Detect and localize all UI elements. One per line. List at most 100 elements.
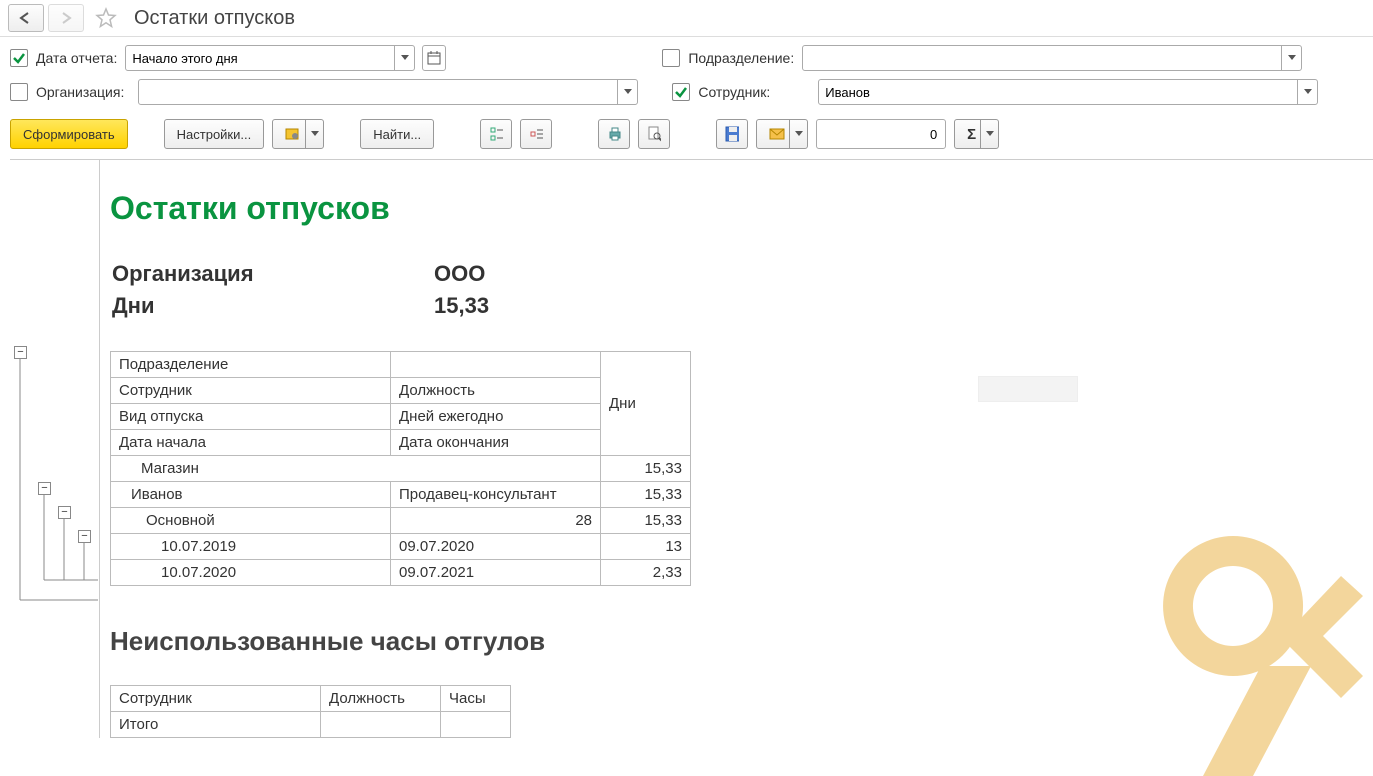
expand-all-button[interactable] <box>480 119 512 149</box>
summary-org-value: ООО <box>434 259 489 289</box>
l3-days: 15,33 <box>601 508 691 534</box>
table-row: 10.07.2020 09.07.2021 2,33 <box>111 560 691 586</box>
sum-button[interactable]: Σ <box>954 119 999 149</box>
arrow-left-icon <box>18 12 34 24</box>
organization-checkbox[interactable] <box>10 83 28 101</box>
report-date-input[interactable] <box>126 51 394 66</box>
send-button[interactable] <box>756 119 808 149</box>
department-dropdown[interactable] <box>1281 46 1301 70</box>
folder-gear-icon <box>285 126 301 142</box>
organization-dropdown[interactable] <box>617 80 637 104</box>
table-row: Основной 28 15,33 <box>111 508 691 534</box>
t2-empty2 <box>441 712 511 738</box>
generate-button[interactable]: Сформировать <box>10 119 128 149</box>
l2-pos: Продавец-консультант <box>391 482 601 508</box>
magnifier-page-icon <box>647 126 661 142</box>
l1-dept: Магазин <box>111 456 601 482</box>
find-label: Найти... <box>373 127 421 142</box>
table-row: Итого <box>111 712 511 738</box>
hours-table: Сотрудник Должность Часы Итого <box>110 685 511 738</box>
expand-tree-icon <box>489 126 503 142</box>
chevron-down-icon <box>401 55 409 61</box>
report-date-checkbox[interactable] <box>10 49 28 67</box>
organization-input[interactable] <box>139 85 617 100</box>
save-button[interactable] <box>716 119 748 149</box>
collapse-tree-icon <box>529 126 543 142</box>
printer-icon <box>607 126 621 142</box>
hdr-start: Дата начала <box>111 430 391 456</box>
summary-table: Организация ООО Дни 15,33 <box>110 257 491 323</box>
t2-hdr-hours: Часы <box>441 686 511 712</box>
summary-days-label: Дни <box>112 291 432 321</box>
variants-button[interactable] <box>272 119 324 149</box>
favorite-button[interactable] <box>92 4 120 32</box>
variants-dropdown[interactable] <box>305 120 323 148</box>
chevron-down-icon <box>986 131 994 137</box>
table-row: Иванов Продавец-консультант 15,33 <box>111 482 691 508</box>
preview-button[interactable] <box>638 119 670 149</box>
l1-days: 15,33 <box>601 456 691 482</box>
mail-icon <box>769 127 785 141</box>
star-icon <box>95 7 117 29</box>
report-title: Остатки отпусков <box>110 190 1373 227</box>
check-icon <box>674 85 688 99</box>
r2-days: 2,33 <box>601 560 691 586</box>
collapse-all-button[interactable] <box>520 119 552 149</box>
department-checkbox[interactable] <box>662 49 680 67</box>
l2-emp: Иванов <box>111 482 391 508</box>
hdr-yearly: Дней ежегодно <box>391 404 601 430</box>
find-button[interactable]: Найти... <box>360 119 434 149</box>
department-combo[interactable] <box>802 45 1302 71</box>
r1-end: 09.07.2020 <box>391 534 601 560</box>
l3-type: Основной <box>111 508 391 534</box>
settings-button[interactable]: Настройки... <box>164 119 265 149</box>
hdr-dept: Подразделение <box>111 352 391 378</box>
organization-combo[interactable] <box>138 79 638 105</box>
print-button[interactable] <box>598 119 630 149</box>
calendar-icon <box>427 51 441 65</box>
hdr-pos: Должность <box>391 378 601 404</box>
chevron-down-icon <box>1304 89 1312 95</box>
hdr-days: Дни <box>601 352 691 456</box>
employee-dropdown[interactable] <box>1297 80 1317 104</box>
summary-org-label: Организация <box>112 259 432 289</box>
hdr-end: Дата окончания <box>391 430 601 456</box>
page-title: Остатки отпусков <box>134 7 295 30</box>
number-input[interactable] <box>816 119 946 149</box>
employee-checkbox[interactable] <box>672 83 690 101</box>
report-date-label: Дата отчета: <box>36 50 117 66</box>
t2-total: Итого <box>111 712 321 738</box>
t2-hdr-pos: Должность <box>321 686 441 712</box>
section2-title: Неиспользованные часы отгулов <box>110 626 1373 657</box>
t2-empty1 <box>321 712 441 738</box>
chevron-down-icon <box>624 89 632 95</box>
report-date-dropdown[interactable] <box>394 46 414 70</box>
generate-label: Сформировать <box>23 127 115 142</box>
table-row: Сотрудник Должность Часы <box>111 686 511 712</box>
calendar-button[interactable] <box>422 45 446 71</box>
employee-input[interactable] <box>819 85 1297 100</box>
tree-lines <box>10 160 100 610</box>
department-label: Подразделение: <box>688 50 794 66</box>
send-dropdown[interactable] <box>789 120 807 148</box>
hdr-emp: Сотрудник <box>111 378 391 404</box>
settings-label: Настройки... <box>177 127 252 142</box>
report-date-combo[interactable] <box>125 45 415 71</box>
sum-dropdown[interactable] <box>980 120 998 148</box>
department-input[interactable] <box>803 51 1281 66</box>
l3-yearly: 28 <box>391 508 601 534</box>
floppy-icon <box>725 126 739 142</box>
r2-start: 10.07.2020 <box>111 560 391 586</box>
organization-label: Организация: <box>36 84 124 100</box>
chevron-down-icon <box>795 131 803 137</box>
employee-combo[interactable] <box>818 79 1318 105</box>
table-row: Магазин 15,33 <box>111 456 691 482</box>
nav-back-button[interactable] <box>8 4 44 32</box>
arrow-right-icon <box>58 12 74 24</box>
l2-days: 15,33 <box>601 482 691 508</box>
nav-forward-button[interactable] <box>48 4 84 32</box>
report-body: Остатки отпусков Организация ООО Дни 15,… <box>100 159 1373 738</box>
sigma-icon: Σ <box>967 126 976 143</box>
employee-label: Сотрудник: <box>698 84 770 100</box>
r1-start: 10.07.2019 <box>111 534 391 560</box>
